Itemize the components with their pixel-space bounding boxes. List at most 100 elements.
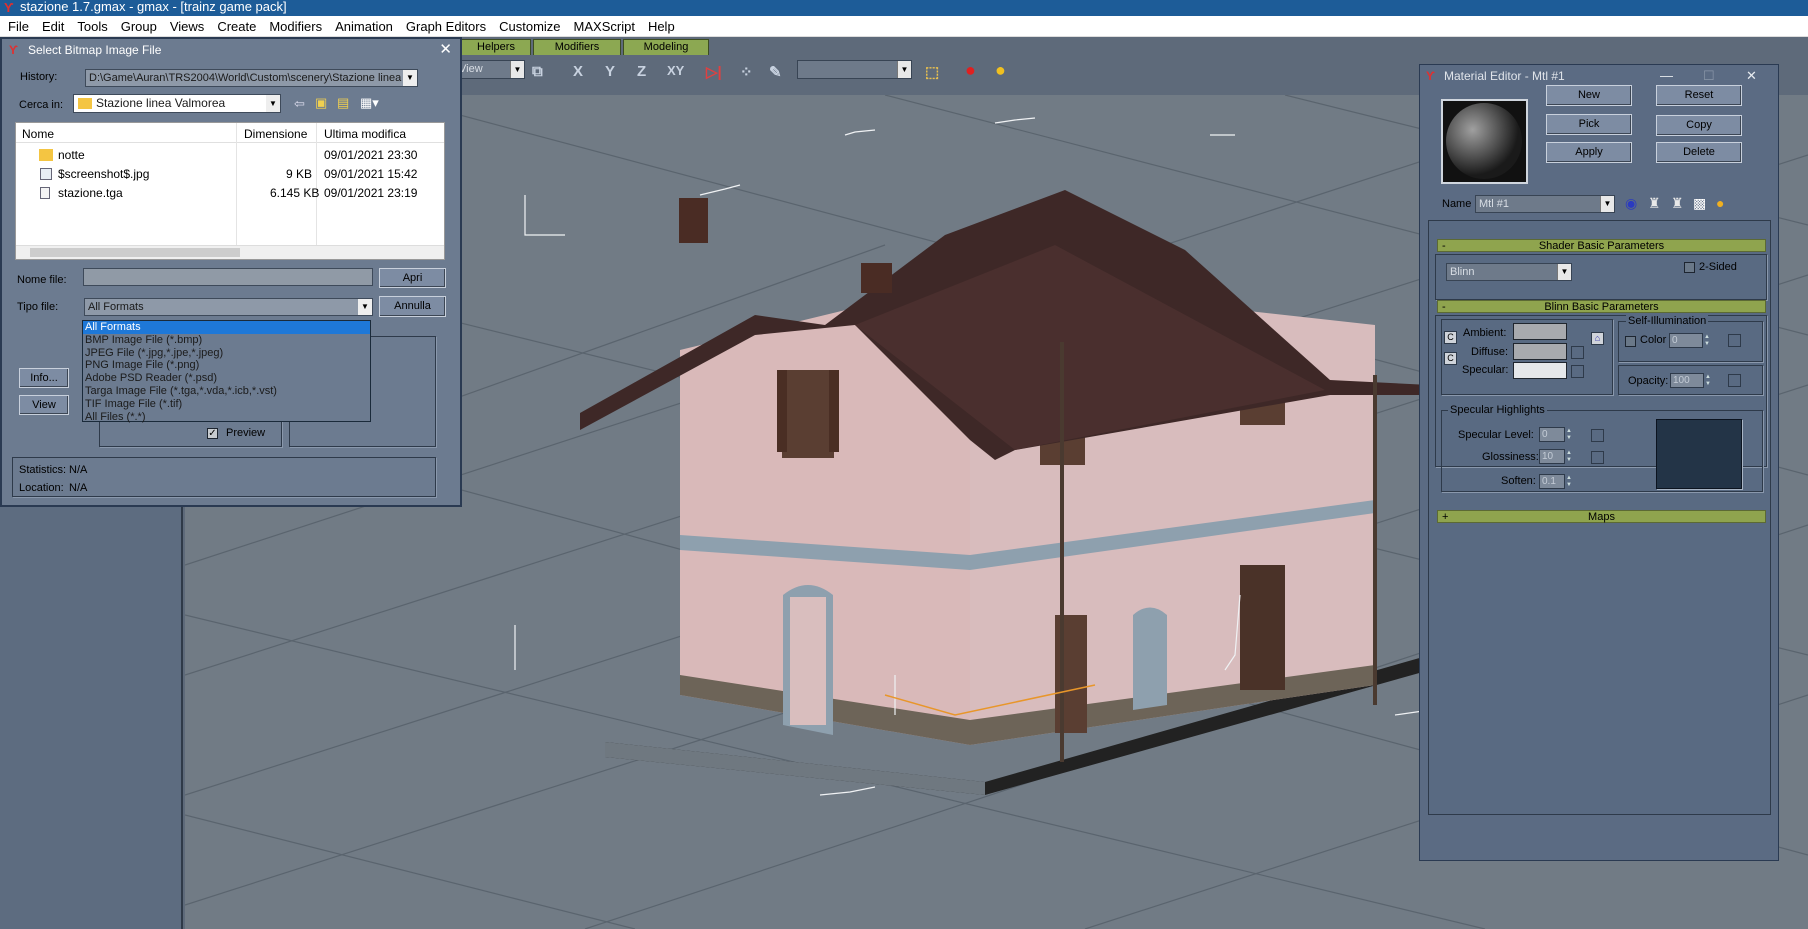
- apply-button[interactable]: Apply: [1546, 142, 1632, 163]
- material-name-combo[interactable]: Mtl #1 ▼: [1475, 195, 1615, 213]
- specular-color-swatch[interactable]: [1513, 362, 1567, 379]
- restrict-z-icon[interactable]: Z: [637, 63, 646, 80]
- spinner-arrows-icon[interactable]: ▲ ▼: [1566, 475, 1575, 489]
- render-icon[interactable]: ●: [995, 60, 1006, 81]
- close-icon[interactable]: ✕: [439, 39, 452, 61]
- restrict-xy-icon[interactable]: XY: [667, 63, 684, 78]
- spinner-arrows-icon[interactable]: ▲ ▼: [1566, 428, 1575, 442]
- opacity-map-button[interactable]: [1728, 374, 1741, 387]
- delete-button[interactable]: Delete: [1656, 142, 1742, 163]
- cancel-button[interactable]: Annulla: [379, 296, 446, 317]
- history-combo[interactable]: D:\Game\Auran\TRS2004\World\Custom\scene…: [85, 69, 418, 87]
- filetype-combo[interactable]: All Formats ▼: [84, 298, 373, 316]
- pick-button[interactable]: Pick: [1546, 114, 1632, 135]
- scrollbar-thumb[interactable]: [30, 248, 240, 257]
- self-illum-spinner[interactable]: 0 ▲ ▼: [1669, 333, 1710, 348]
- menu-views[interactable]: Views: [170, 19, 204, 34]
- restrict-x-icon[interactable]: X: [573, 63, 583, 80]
- material-sample-slot[interactable]: [1441, 99, 1528, 184]
- specular-level-map-button[interactable]: [1591, 429, 1604, 442]
- assign-material-icon[interactable]: ♜: [1648, 195, 1661, 212]
- menu-tools[interactable]: Tools: [77, 19, 107, 34]
- filetype-dropdown-list[interactable]: All Formats BMP Image File (*.bmp) JPEG …: [82, 320, 371, 424]
- lock-diffuse-specular-icon[interactable]: C: [1444, 352, 1457, 365]
- eyedropper-icon[interactable]: ✎: [769, 63, 782, 81]
- lock-ambient-diffuse-icon[interactable]: C: [1444, 331, 1457, 344]
- menu-maxscript[interactable]: MAXScript: [574, 19, 635, 34]
- tab-modifiers[interactable]: Modifiers: [533, 39, 621, 55]
- opacity-spinner[interactable]: 100 ▲ ▼: [1670, 373, 1711, 388]
- put-material-icon[interactable]: ♜: [1671, 195, 1684, 212]
- specular-map-button[interactable]: [1571, 365, 1584, 378]
- menu-group[interactable]: Group: [121, 19, 157, 34]
- menu-edit[interactable]: Edit: [42, 19, 64, 34]
- horizontal-scrollbar[interactable]: [16, 245, 444, 259]
- lock-icon[interactable]: ⌂: [1591, 332, 1604, 345]
- file-row[interactable]: $screenshot$.jpg 9 KB 09/01/2021 15:42: [16, 166, 444, 182]
- diffuse-color-swatch[interactable]: [1513, 343, 1567, 360]
- column-size[interactable]: Dimensione: [244, 127, 307, 141]
- minimize-icon[interactable]: —: [1660, 65, 1673, 87]
- filetype-option[interactable]: BMP Image File (*.bmp): [83, 334, 370, 347]
- filename-input[interactable]: [83, 268, 373, 286]
- info-button[interactable]: Info...: [19, 368, 69, 388]
- soften-spinner[interactable]: 0.1 ▲ ▼: [1539, 474, 1572, 489]
- glossiness-map-button[interactable]: [1591, 451, 1604, 464]
- menu-customize[interactable]: Customize: [499, 19, 560, 34]
- file-row[interactable]: notte 09/01/2021 23:30: [16, 147, 444, 163]
- reset-button[interactable]: Reset: [1656, 85, 1742, 106]
- spinner-arrows-icon[interactable]: ▲ ▼: [1705, 374, 1714, 388]
- shader-combo[interactable]: Blinn ▼: [1446, 263, 1572, 281]
- select-region-icon[interactable]: ⬚: [925, 63, 939, 81]
- filetype-option[interactable]: Adobe PSD Reader (*.psd): [83, 372, 370, 385]
- filetype-option[interactable]: TIF Image File (*.tif): [83, 398, 370, 411]
- mirror-icon[interactable]: ▷|: [706, 63, 722, 81]
- spinner-arrows-icon[interactable]: ▲ ▼: [1704, 334, 1713, 348]
- ambient-color-swatch[interactable]: [1513, 323, 1567, 340]
- close-icon[interactable]: ✕: [1746, 65, 1757, 87]
- filetype-option[interactable]: PNG Image File (*.png): [83, 359, 370, 372]
- look-in-combo[interactable]: Stazione linea Valmorea ▼: [73, 94, 281, 113]
- checker-background-icon[interactable]: ▩: [1693, 195, 1706, 212]
- copy-button[interactable]: Copy: [1656, 115, 1742, 136]
- view-menu-icon[interactable]: ▦▾: [360, 95, 379, 111]
- menu-animation[interactable]: Animation: [335, 19, 393, 34]
- filetype-option[interactable]: Targa Image File (*.tga,*.vda,*.icb,*.vs…: [83, 385, 370, 398]
- self-illum-map-button[interactable]: [1728, 334, 1741, 347]
- open-button[interactable]: Apri: [379, 268, 446, 288]
- align-icon[interactable]: ⁘: [740, 63, 753, 81]
- self-illum-color-checkbox[interactable]: [1625, 336, 1636, 347]
- tab-helpers[interactable]: Helpers: [461, 39, 531, 55]
- new-button[interactable]: New: [1546, 85, 1632, 106]
- material-editor-icon[interactable]: ●: [965, 60, 976, 81]
- file-list[interactable]: Nome Dimensione Ultima modifica notte 09…: [15, 122, 445, 260]
- file-row[interactable]: stazione.tga 6.145 KB 09/01/2021 23:19: [16, 185, 444, 201]
- options-icon[interactable]: ●: [1716, 195, 1724, 211]
- spinner-arrows-icon[interactable]: ▲ ▼: [1566, 450, 1575, 464]
- menu-create[interactable]: Create: [217, 19, 256, 34]
- diffuse-map-button[interactable]: [1571, 346, 1584, 359]
- column-name[interactable]: Nome: [22, 127, 54, 141]
- filetype-option[interactable]: All Files (*.*): [83, 411, 370, 424]
- up-folder-icon[interactable]: ▣: [315, 95, 327, 111]
- get-material-icon[interactable]: ◉: [1625, 195, 1637, 212]
- shader-rollout-header[interactable]: - Shader Basic Parameters: [1437, 239, 1766, 252]
- tab-modeling[interactable]: Modeling: [623, 39, 709, 55]
- bind-spacewarp-icon[interactable]: ⧉: [532, 63, 543, 80]
- new-folder-icon[interactable]: ▤: [337, 95, 349, 111]
- blinn-rollout-header[interactable]: - Blinn Basic Parameters: [1437, 300, 1766, 313]
- specular-level-spinner[interactable]: 0 ▲ ▼: [1539, 427, 1572, 442]
- filetype-option[interactable]: JPEG File (*.jpg,*.jpe,*.jpeg): [83, 347, 370, 360]
- view-button[interactable]: View: [19, 395, 69, 415]
- filetype-option[interactable]: All Formats: [83, 321, 370, 334]
- column-date[interactable]: Ultima modifica: [324, 127, 406, 141]
- two-sided-checkbox[interactable]: [1684, 262, 1695, 273]
- selection-set-combo[interactable]: ▼: [797, 60, 912, 79]
- menu-file[interactable]: File: [8, 19, 29, 34]
- maps-rollout-header[interactable]: + Maps: [1437, 510, 1766, 523]
- menu-graph-editors[interactable]: Graph Editors: [406, 19, 486, 34]
- view-combo[interactable]: View ▼: [455, 60, 525, 79]
- glossiness-spinner[interactable]: 10 ▲ ▼: [1539, 449, 1572, 464]
- menu-help[interactable]: Help: [648, 19, 675, 34]
- restrict-y-icon[interactable]: Y: [605, 63, 615, 80]
